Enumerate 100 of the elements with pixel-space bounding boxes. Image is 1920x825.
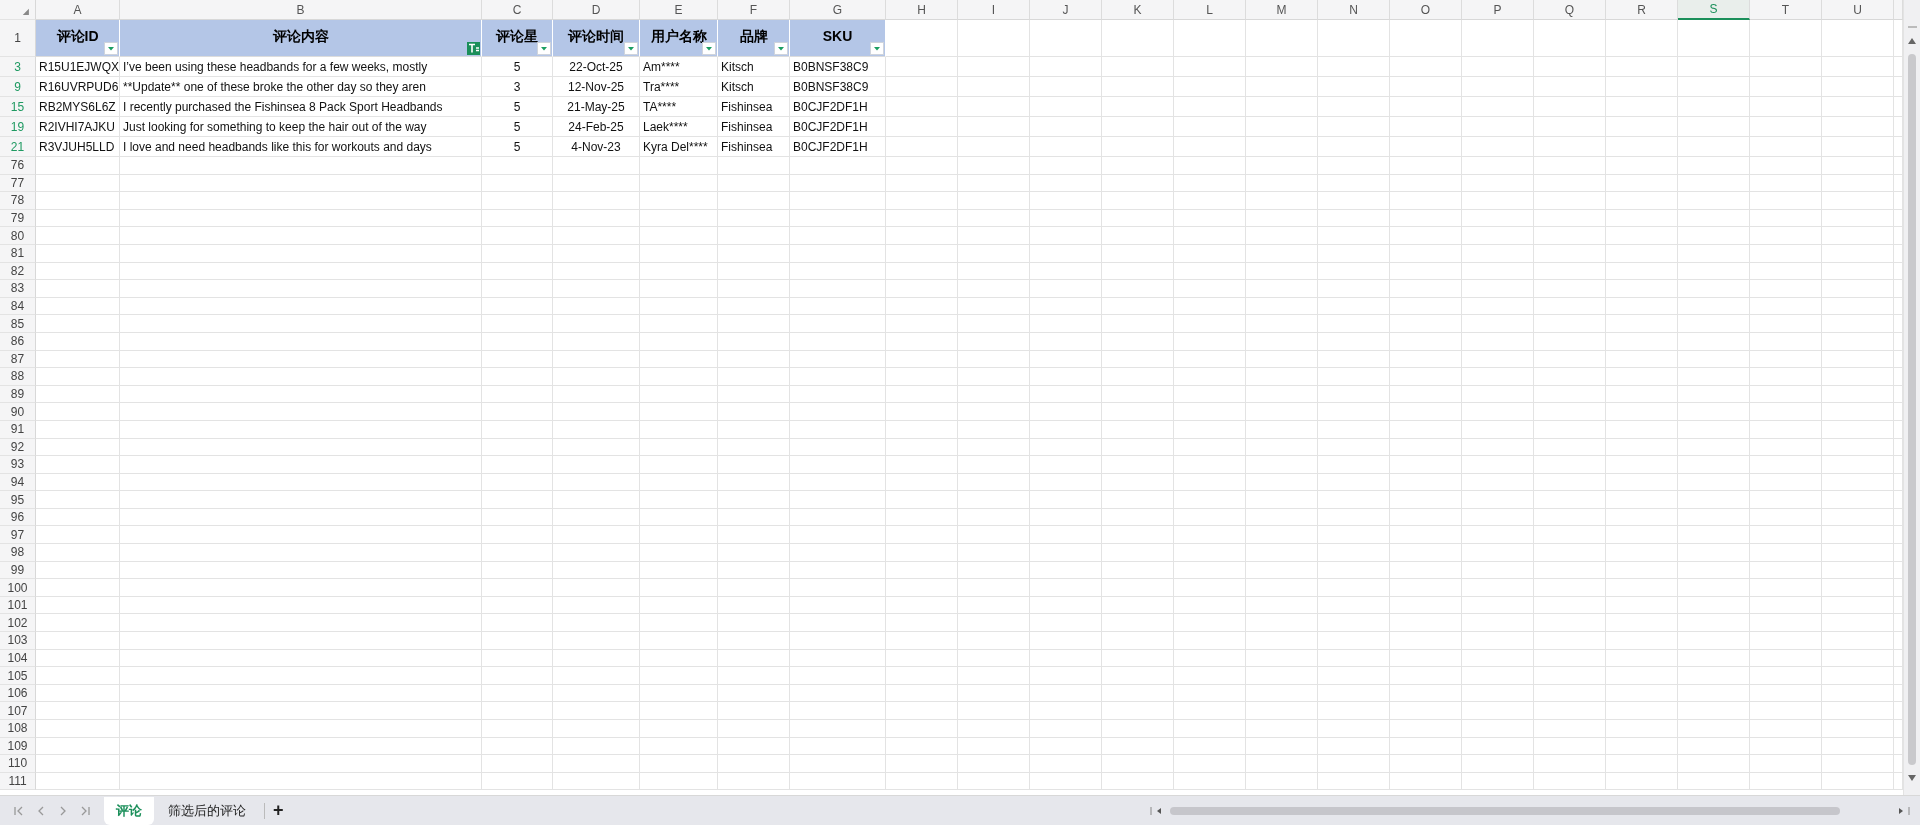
header-cell: 用户名称: [640, 20, 718, 57]
filter-dropdown-icon[interactable]: [870, 42, 884, 55]
table-cell: TA****: [640, 97, 718, 117]
table-cell: Kitsch: [718, 77, 790, 97]
row-number[interactable]: 97: [0, 526, 36, 545]
column-header[interactable]: L: [1174, 0, 1246, 20]
column-header[interactable]: P: [1462, 0, 1534, 20]
table-cell: Kyra Del****: [640, 137, 718, 157]
row-number[interactable]: 93: [0, 456, 36, 474]
table-cell: **Update** one of these broke the other day so they aren: [120, 77, 482, 97]
table-cell: 5: [482, 117, 553, 137]
table-cell: Kitsch: [718, 57, 790, 77]
scroll-left-icon[interactable]: [1150, 805, 1162, 816]
column-header[interactable]: S: [1678, 0, 1750, 20]
table-cell: B0CJF2DF1H: [790, 97, 886, 117]
table-cell: I’ve been using these headbands for a few weeks, mostly: [120, 57, 482, 77]
column-header[interactable]: Q: [1534, 0, 1606, 20]
filter-dropdown-icon[interactable]: [774, 42, 788, 55]
column-header[interactable]: A: [36, 0, 120, 20]
table-cell: Fishinsea: [718, 117, 790, 137]
column-header[interactable]: I: [958, 0, 1030, 20]
column-header[interactable]: T: [1750, 0, 1822, 20]
column-header[interactable]: D: [553, 0, 640, 20]
filter-applied-icon[interactable]: [467, 42, 480, 55]
row-number[interactable]: 105: [0, 667, 36, 685]
column-header[interactable]: M: [1246, 0, 1318, 20]
first-sheet-icon[interactable]: [14, 805, 24, 816]
column-header[interactable]: B: [120, 0, 482, 20]
table-cell: 3: [482, 77, 553, 97]
header-cell: 评论时间: [553, 20, 640, 57]
table-cell: B0CJF2DF1H: [790, 117, 886, 137]
table-cell: 12-Nov-25: [553, 77, 640, 97]
table-cell: I recently purchased the Fishinsea 8 Pack Sport Headbands: [120, 97, 482, 117]
column-header[interactable]: O: [1390, 0, 1462, 20]
table-cell: 4-Nov-23: [553, 137, 640, 157]
column-header[interactable]: R: [1606, 0, 1678, 20]
row-number[interactable]: 108: [0, 720, 36, 738]
table-cell: 22-Oct-25: [553, 57, 640, 77]
table-cell: Laek****: [640, 117, 718, 137]
filter-dropdown-icon[interactable]: [624, 42, 638, 55]
table-cell: R2IVHI7AJKU: [36, 117, 120, 137]
filter-dropdown-icon[interactable]: [702, 42, 716, 55]
row-number[interactable]: 102: [0, 614, 36, 633]
filter-dropdown-icon[interactable]: [537, 42, 551, 55]
column-header[interactable]: N: [1318, 0, 1390, 20]
table-cell: I love and need headbands like this for workouts and days: [120, 137, 482, 157]
scroll-down-icon[interactable]: [1908, 775, 1916, 781]
column-header[interactable]: U: [1822, 0, 1894, 20]
row-number[interactable]: 107: [0, 702, 36, 720]
table-cell: Just looking for something to keep the hair out of the way: [120, 117, 482, 137]
column-header[interactable]: H: [886, 0, 958, 20]
table-cell: RB2MYS6L6Z: [36, 97, 120, 117]
column-header[interactable]: G: [790, 0, 886, 20]
column-header[interactable]: [1894, 0, 1903, 20]
header-cell: 评论星: [482, 20, 553, 57]
row-number[interactable]: 85: [0, 315, 36, 333]
row-number[interactable]: 95: [0, 491, 36, 509]
column-header[interactable]: K: [1102, 0, 1174, 20]
header-cell: 评论ID: [36, 20, 120, 57]
row-number[interactable]: 88: [0, 368, 36, 386]
column-header[interactable]: J: [1030, 0, 1102, 20]
scroll-thumb[interactable]: [1908, 54, 1916, 765]
row-number[interactable]: 83: [0, 280, 36, 298]
previous-sheet-icon[interactable]: [36, 805, 46, 816]
sheet-tab[interactable]: 评论: [104, 796, 154, 825]
last-sheet-icon[interactable]: [80, 805, 90, 816]
table-cell: R3VJUH5LLD: [36, 137, 120, 157]
table-cell: 24-Feb-25: [553, 117, 640, 137]
next-sheet-icon[interactable]: [58, 805, 68, 816]
column-header[interactable]: E: [640, 0, 718, 20]
header-cell: 品牌: [718, 20, 790, 57]
column-header[interactable]: F: [718, 0, 790, 20]
row-number[interactable]: 110: [0, 755, 36, 773]
table-cell: R16UVRPUD6: [36, 77, 120, 97]
vertical-scrollbar[interactable]: [1903, 0, 1920, 795]
header-cell: 评论内容: [120, 20, 482, 57]
table-cell: 5: [482, 97, 553, 117]
row-number[interactable]: 103: [0, 632, 36, 650]
row-number[interactable]: 80: [0, 227, 36, 245]
table-cell: B0CJF2DF1H: [790, 137, 886, 157]
sheet-tab[interactable]: 筛选后的评论: [156, 796, 258, 825]
scroll-up-icon[interactable]: [1908, 38, 1916, 44]
table-cell: Fishinsea: [718, 97, 790, 117]
row-number[interactable]: 76: [0, 157, 36, 175]
table-cell: Tra****: [640, 77, 718, 97]
scroll-right-icon[interactable]: [1898, 805, 1910, 816]
table-cell: Am****: [640, 57, 718, 77]
table-cell: B0BNSF38C9: [790, 57, 886, 77]
column-header[interactable]: C: [482, 0, 553, 20]
row-number[interactable]: 1: [0, 20, 36, 57]
horizontal-scroll-thumb[interactable]: [1170, 806, 1840, 815]
table-cell: R15U1EJWQX: [36, 57, 120, 77]
table-cell: 5: [482, 137, 553, 157]
row-number[interactable]: 100: [0, 579, 36, 597]
add-sheet-button[interactable]: +: [269, 800, 288, 821]
row-number[interactable]: 90: [0, 403, 36, 421]
table-cell: Fishinsea: [718, 137, 790, 157]
row-number[interactable]: 98: [0, 544, 36, 562]
filter-dropdown-icon[interactable]: [104, 42, 118, 55]
row-number[interactable]: 78: [0, 192, 36, 210]
